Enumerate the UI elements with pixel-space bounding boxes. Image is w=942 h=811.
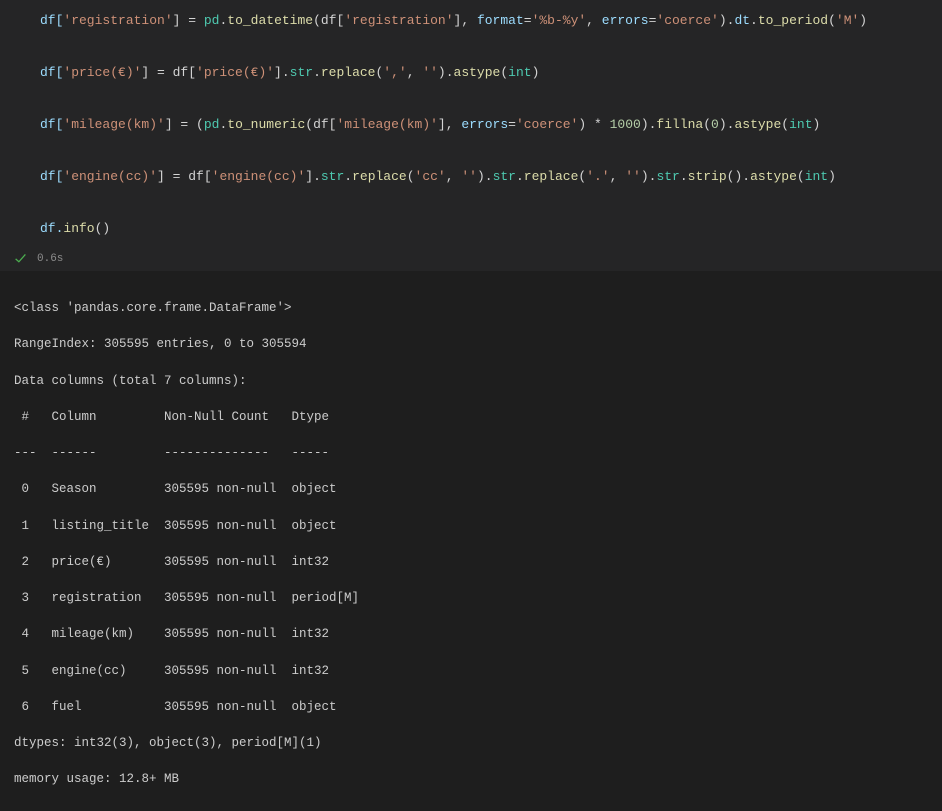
code-line-5: df.info() xyxy=(40,216,942,242)
output-line: --- ------ -------------- ----- xyxy=(14,444,942,462)
output-line: 3 registration 305595 non-null period[M] xyxy=(14,589,942,607)
output-line: 1 listing_title 305595 non-null object xyxy=(14,517,942,535)
output-line: 6 fuel 305595 non-null object xyxy=(14,698,942,716)
output-line: <class 'pandas.core.frame.DataFrame'> xyxy=(14,299,942,317)
output-line: RangeIndex: 305595 entries, 0 to 305594 xyxy=(14,335,942,353)
code-line-3: df['mileage(km)'] = (pd.to_numeric(df['m… xyxy=(40,112,942,138)
output-line: dtypes: int32(3), object(3), period[M](1… xyxy=(14,734,942,752)
output-line: memory usage: 12.8+ MB xyxy=(14,770,942,788)
output-line: 4 mileage(km) 305595 non-null int32 xyxy=(14,625,942,643)
code-cell[interactable]: df['registration'] = pd.to_datetime(df['… xyxy=(0,0,942,248)
output-line: Data columns (total 7 columns): xyxy=(14,372,942,390)
output-cell: <class 'pandas.core.frame.DataFrame'> Ra… xyxy=(0,271,942,811)
code-line-2: df['price(€)'] = df['price(€)'].str.repl… xyxy=(40,60,942,86)
code-line-1: df['registration'] = pd.to_datetime(df['… xyxy=(40,8,942,34)
execution-status: 0.6s xyxy=(0,248,942,271)
code-line-4: df['engine(cc)'] = df['engine(cc)'].str.… xyxy=(40,164,942,190)
output-line: 2 price(€) 305595 non-null int32 xyxy=(14,553,942,571)
output-line: # Column Non-Null Count Dtype xyxy=(14,408,942,426)
execution-time: 0.6s xyxy=(37,253,63,265)
output-line: 0 Season 305595 non-null object xyxy=(14,480,942,498)
check-icon xyxy=(14,252,27,265)
output-line: 5 engine(cc) 305595 non-null int32 xyxy=(14,662,942,680)
